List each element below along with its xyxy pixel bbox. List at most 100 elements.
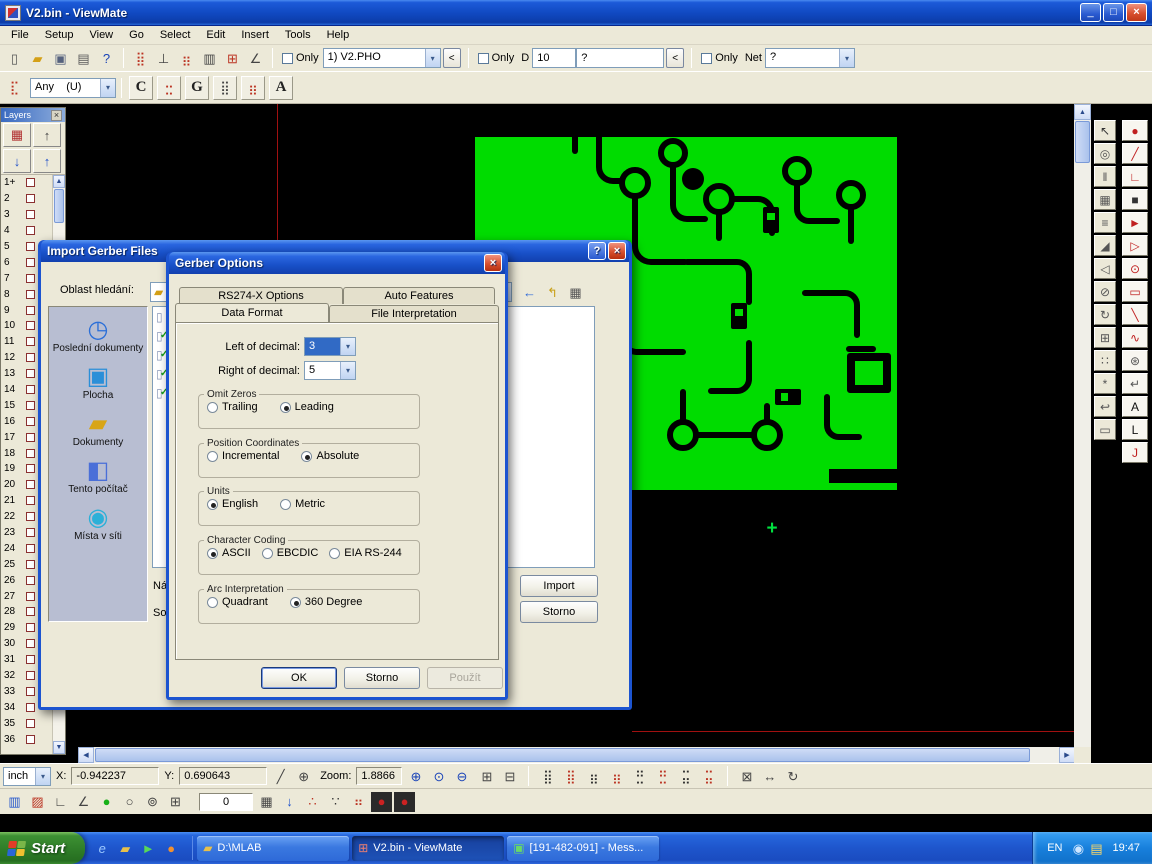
radio-icon-checked[interactable] [207,499,218,510]
radio-leading[interactable]: Leading [280,401,334,413]
backslash-tool-icon[interactable]: ╲ [1122,304,1148,325]
close-button[interactable]: × [1126,3,1147,22]
checkbox-icon[interactable] [478,53,489,64]
layer-color-swatch[interactable] [26,544,35,553]
restrict-icon[interactable]: ⊘ [1094,281,1116,302]
save-icon[interactable]: ▣ [50,48,71,68]
apply-button[interactable]: Použít [427,667,503,689]
prev-dcode-button[interactable]: < [666,48,684,68]
probe-icon[interactable]: ○ [119,792,140,812]
import-cancel-button[interactable]: Storno [520,601,598,623]
ruler-angle-icon[interactable]: ∠ [73,792,94,812]
layer-color-swatch[interactable] [26,560,35,569]
pad-pattern-icon-5[interactable]: ⣛ [629,766,650,786]
pads-view-icon[interactable]: ◎ [1094,143,1116,164]
context-help-icon[interactable]: ? [96,48,117,68]
layer-color-swatch[interactable] [26,735,35,744]
close-button[interactable]: × [484,254,502,272]
place-item[interactable]: ▰Dokumenty [49,410,147,448]
layer-color-swatch[interactable] [26,464,35,473]
corner-triangle-icon[interactable]: ◢ [1094,235,1116,256]
move-tool-icon[interactable]: ► [1122,212,1148,233]
layer-color-swatch[interactable] [26,671,35,680]
taskbar-task[interactable]: ⊞V2.bin - ViewMate [352,836,504,861]
layer-color-swatch[interactable] [26,480,35,489]
aperture-grid-icon[interactable]: ⣏ [4,78,25,98]
layer-color-swatch[interactable] [26,576,35,585]
layer-color-swatch[interactable] [26,353,35,362]
tab-data-format[interactable]: Data Format [175,303,329,322]
radio-icon[interactable] [280,499,291,510]
menu-item-select[interactable]: Select [152,27,199,43]
text-tool-icon[interactable]: A [1122,396,1148,417]
target-tool-icon[interactable]: ⊙ [1122,258,1148,279]
asterisk-icon[interactable]: * [1094,373,1116,394]
layer-color-swatch[interactable] [26,607,35,616]
rectangle-tool-icon[interactable]: ▭ [1122,281,1148,302]
place-item[interactable]: ◉Místa v síti [49,504,147,542]
layer-color-swatch[interactable] [26,210,35,219]
layer-color-swatch[interactable] [26,512,35,521]
net-combo[interactable]: ? [765,48,855,68]
unit-combo[interactable]: inch [3,767,51,786]
undo-icon[interactable]: ↩ [1094,396,1116,417]
menu-item-insert[interactable]: Insert [233,27,277,43]
pad-pattern-icon-7[interactable]: ⣭ [675,766,696,786]
dcode-table-icon[interactable]: ⣿ [130,48,151,68]
new-file-icon[interactable]: ▯ [4,48,25,68]
erase-icon[interactable]: ▭ [1094,419,1116,440]
layer-color-swatch[interactable] [26,623,35,632]
pad-pattern-icon-1[interactable]: ⣿ [537,766,558,786]
step-value[interactable]: 0 [199,793,253,811]
layer-color-swatch[interactable] [26,290,35,299]
aperture-filter-combo[interactable]: Any (U) [30,78,116,98]
fit-board-icon[interactable]: ⊠ [736,766,757,786]
grid-on-icon[interactable]: ⊞ [476,766,497,786]
chevron-down-icon[interactable] [35,768,50,785]
scroll-track[interactable] [1031,747,1059,763]
scroll-up-icon[interactable] [53,175,65,188]
scroll-thumb[interactable] [1075,121,1090,163]
origin-target-icon[interactable]: ⊕ [293,766,314,786]
only-layer-checkbox[interactable]: Only [282,52,319,64]
layer-color-swatch[interactable] [26,194,35,203]
chevron-down-icon[interactable] [425,49,440,67]
place-item[interactable]: ◧Tento počítač [49,457,147,495]
only-dcode-checkbox[interactable]: Only [478,52,515,64]
print-icon[interactable]: ▤ [73,48,94,68]
layers-panel-header[interactable]: Layers × [1,108,65,122]
dcode-query-input[interactable]: ? [576,48,664,68]
layer-color-swatch[interactable] [26,703,35,712]
help-button[interactable]: ? [588,242,606,260]
rotate-icon[interactable]: ↻ [1094,304,1116,325]
maximize-button[interactable]: □ [1103,3,1124,22]
layer-color-swatch[interactable] [26,337,35,346]
ie-quick-icon[interactable]: e [93,839,111,857]
layer-color-swatch[interactable] [26,321,35,330]
pad-dot-icon-2[interactable]: ● [394,792,415,812]
triangle-tool-icon[interactable]: ▷ [1122,235,1148,256]
chevron-down-icon[interactable] [340,362,355,379]
menu-item-help[interactable]: Help [319,27,358,43]
gerber-dialog-titlebar[interactable]: Gerber Options × [169,252,505,274]
start-button[interactable]: Start [0,832,85,864]
taskbar-task[interactable]: ▣[191-482-091] - Mess... [507,836,659,861]
layer-color-swatch[interactable] [26,401,35,410]
array-icon[interactable]: ⊞ [1094,327,1116,348]
pad-pattern-icon-8[interactable]: ⣭ [698,766,719,786]
ruler-corner-icon[interactable]: ∟ [50,792,71,812]
return-tool-icon[interactable]: ↵ [1122,373,1148,394]
menu-item-view[interactable]: View [81,27,121,43]
zoom-window-icon[interactable]: ⊙ [428,766,449,786]
cancel-button[interactable]: Storno [344,667,420,689]
wave-tool-icon[interactable]: ∿ [1122,327,1148,348]
radio-icon[interactable] [262,548,273,559]
pad-pattern-icon-6[interactable]: ⣛ [652,766,673,786]
layer-move-up-icon[interactable]: ↑ [33,149,61,173]
c-code-button[interactable]: C [129,76,153,100]
chevron-down-icon[interactable] [340,338,355,355]
radio-icon-checked[interactable] [301,451,312,462]
layer-color-swatch[interactable] [26,655,35,664]
language-indicator[interactable]: EN [1047,842,1062,854]
browser-quick-icon[interactable]: ● [162,839,180,857]
